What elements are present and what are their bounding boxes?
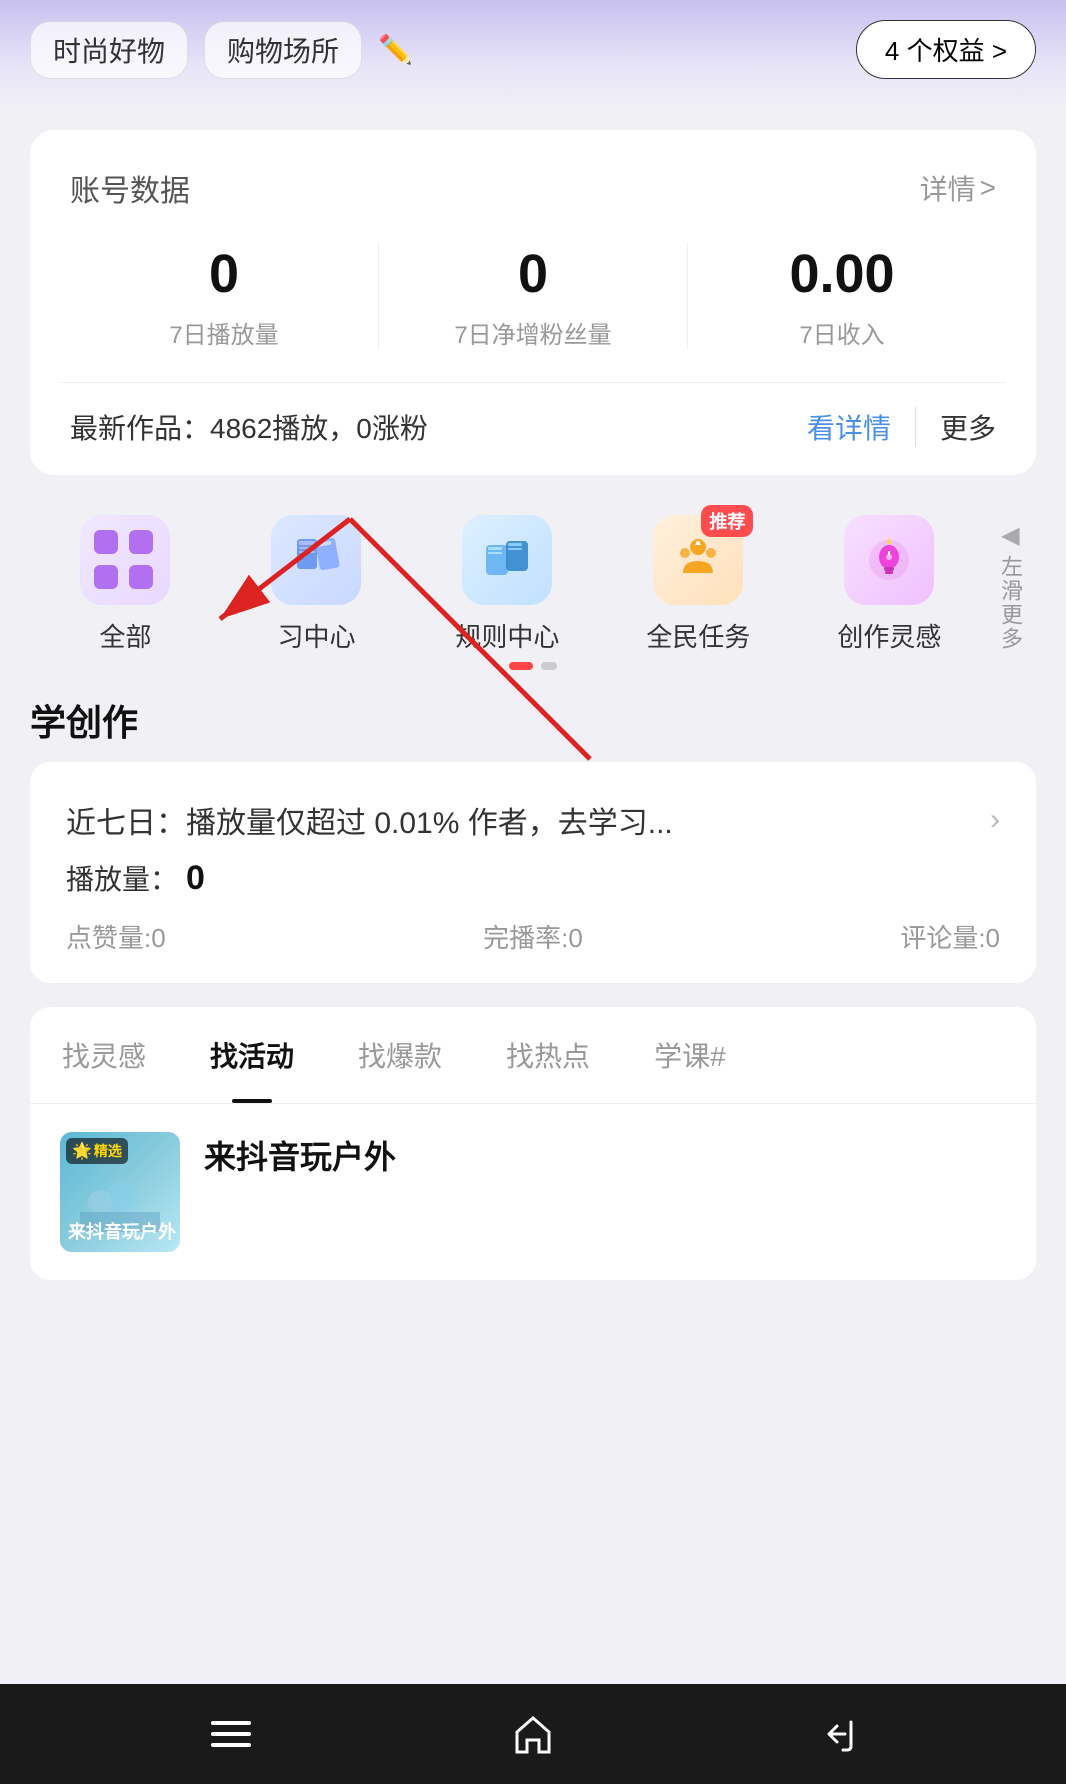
tabs-row: 找灵感 找活动 找爆款 找热点 学课# (30, 1007, 1036, 1104)
stat-fans-label: 7日净增粉丝量 (379, 315, 687, 350)
icon-label-learn: 习中心 (277, 617, 355, 654)
icon-label-all: 全部 (99, 617, 151, 654)
card-divider (60, 382, 1006, 383)
bulb-icon (844, 515, 934, 605)
activity-thumbnail: 🌟 精选 来抖音玩户外 (60, 1132, 180, 1252)
learn-card-header: 近七日：播放量仅超过 0.01% 作者，去学习... › (66, 798, 1000, 842)
icon-grid: 全部 习中心 (30, 499, 985, 670)
activity-title: 来抖音玩户外 (204, 1132, 1006, 1178)
icon-item-tasks[interactable]: 推荐 全民任务 (603, 499, 794, 670)
learn-card[interactable]: 近七日：播放量仅超过 0.01% 作者，去学习... › 播放量： 0 点赞量:… (30, 762, 1036, 983)
nav-home-button[interactable] (503, 1704, 563, 1764)
nav-back-button[interactable] (805, 1704, 865, 1764)
icon-item-rules[interactable]: 规则中心 (412, 499, 603, 670)
stat-fans: 0 7日净增粉丝量 (379, 242, 688, 350)
top-header: 时尚好物 购物场所 ✏️ 4 个权益 > (0, 0, 1066, 110)
icon-grid-wrapper: 全部 习中心 (30, 499, 1036, 670)
activity-item: 🌟 精选 来抖音玩户外 来抖音玩户外 (30, 1104, 1036, 1280)
card-header: 账号数据 详情 > (70, 166, 996, 210)
stat-income: 0.00 7日收入 (688, 242, 996, 350)
scroll-hint-text: 左滑更多 (993, 555, 1028, 651)
learn-card-arrow-icon: › (990, 803, 1000, 837)
stats-row: 0 7日播放量 0 7日净增粉丝量 0.00 7日收入 (70, 242, 996, 350)
tag-shopping[interactable]: 购物场所 (204, 21, 362, 79)
completion-stat: 完播率:0 (483, 918, 583, 955)
book-icon (271, 515, 361, 605)
stat-income-value: 0.00 (688, 242, 996, 307)
account-card: 账号数据 详情 > 0 7日播放量 0 7日净增粉丝量 0.00 7日收入 最新… (30, 130, 1036, 475)
cards-icon (462, 515, 552, 605)
tag-row: 时尚好物 购物场所 ✏️ 4 个权益 > (30, 20, 1036, 79)
bottom-nav (0, 1684, 1066, 1784)
tab-inspiration[interactable]: 找灵感 (30, 1007, 178, 1103)
stat-play-value: 0 (70, 242, 378, 307)
learn-section: 学创作 近七日：播放量仅超过 0.01% 作者，去学习... › 播放量： 0 … (30, 694, 1036, 983)
play-label: 播放量： (66, 858, 178, 898)
icon-item-all[interactable]: 全部 (30, 499, 221, 670)
recommend-badge: 推荐 (701, 505, 753, 537)
likes-stat: 点赞量:0 (66, 918, 166, 955)
learn-card-title-text: 近七日：播放量仅超过 0.01% 作者，去学习... (66, 798, 990, 842)
icon-item-inspiration[interactable]: 创作灵感 (794, 499, 985, 670)
tab-trending[interactable]: 找爆款 (326, 1007, 474, 1103)
learn-section-title: 学创作 (30, 694, 1036, 746)
see-detail-button[interactable]: 看详情 (807, 407, 891, 447)
tab-course[interactable]: 学课# (622, 1007, 758, 1103)
account-data-title: 账号数据 (70, 166, 190, 210)
stat-play: 0 7日播放量 (70, 242, 379, 350)
tag-fashion[interactable]: 时尚好物 (30, 21, 188, 79)
edit-icon[interactable]: ✏️ (378, 33, 413, 66)
stat-play-label: 7日播放量 (70, 315, 378, 350)
tabs-card: 找灵感 找活动 找爆款 找热点 学课# 🌟 精选 来抖音玩户外 (30, 1007, 1036, 1280)
latest-work-text: 最新作品：4862播放，0涨粉 (70, 407, 807, 447)
thumb-inner: 🌟 精选 来抖音玩户外 (60, 1132, 180, 1252)
thumb-badge: 🌟 精选 (66, 1138, 128, 1164)
stat-income-label: 7日收入 (688, 315, 996, 350)
activity-info: 来抖音玩户外 (204, 1132, 1006, 1178)
play-count-row: 播放量： 0 (66, 858, 1000, 898)
stats-small-row: 点赞量:0 完播率:0 评论量:0 (66, 918, 1000, 955)
stat-fans-value: 0 (379, 242, 687, 307)
latest-work-row: 最新作品：4862播放，0涨粉 看详情 更多 (70, 407, 996, 447)
scroll-arrow-icon: ◀ (1001, 517, 1019, 555)
tab-hotspot[interactable]: 找热点 (474, 1007, 622, 1103)
icon-grid-container: 全部 习中心 (30, 499, 1036, 670)
play-count-value: 0 (186, 859, 205, 898)
dot-1 (509, 662, 533, 670)
scroll-hint: ◀ 左滑更多 (985, 517, 1036, 651)
icon-label-inspiration: 创作灵感 (837, 617, 941, 654)
icon-label-tasks: 全民任务 (646, 617, 750, 654)
comments-stat: 评论量:0 (900, 918, 1000, 955)
dot-2 (541, 662, 557, 670)
tab-activity[interactable]: 找活动 (178, 1007, 326, 1103)
main-content: 账号数据 详情 > 0 7日播放量 0 7日净增粉丝量 0.00 7日收入 最新… (0, 110, 1066, 1684)
icon-item-learn[interactable]: 习中心 (221, 499, 412, 670)
icon-label-rules: 规则中心 (455, 617, 559, 654)
rights-button[interactable]: 4 个权益 > (856, 20, 1036, 79)
nav-menu-button[interactable] (201, 1704, 261, 1764)
people-icon: 推荐 (653, 515, 743, 605)
detail-link[interactable]: 详情 > (920, 168, 996, 208)
more-button[interactable]: 更多 (915, 407, 996, 447)
thumb-label: 来抖音玩户外 (68, 1218, 176, 1244)
grid-icon (80, 515, 170, 605)
